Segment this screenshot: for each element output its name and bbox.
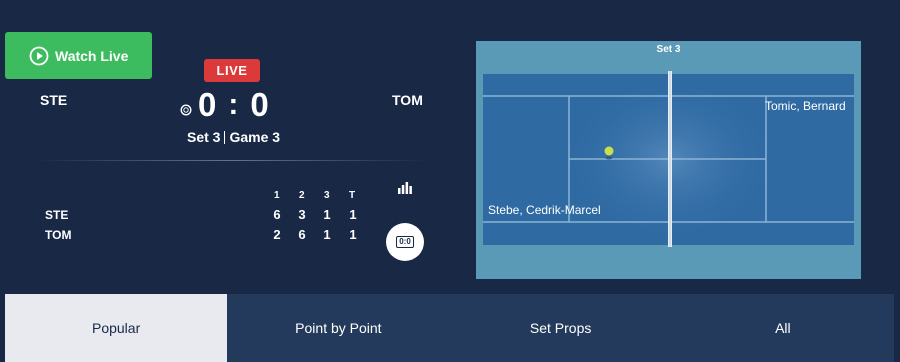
tennis-court xyxy=(483,71,854,247)
tennis-ball-icon xyxy=(180,104,192,116)
column-header: 1 xyxy=(274,190,280,201)
court-set-title: Set 3 xyxy=(656,44,681,55)
scoreboard-cell: 2 xyxy=(273,227,281,242)
main-score: 0 : 0 xyxy=(198,86,271,124)
player-home-label: Stebe, Cedrik-Marcel xyxy=(488,203,601,217)
watch-live-button[interactable]: Watch Live xyxy=(5,32,152,79)
scoreboard-icon: 0:0 xyxy=(396,236,414,248)
scoreboard-cell: 3 xyxy=(298,207,306,222)
column-header: T xyxy=(349,190,356,201)
scoreboard-team: STE xyxy=(45,208,69,222)
scoreboard-cell: 1 xyxy=(323,207,331,222)
ball-marker-icon xyxy=(604,146,614,160)
team-away-name: TOM xyxy=(392,92,423,108)
score-separator: : xyxy=(228,88,241,121)
market-tabs: Popular Point by Point Set Props All xyxy=(5,294,894,362)
court-visualization: Set 3 Tomic, Bernard Stebe, Cedrik-Marce… xyxy=(476,41,861,279)
game-label: Game 3 xyxy=(229,129,281,145)
set-label: Set 3 xyxy=(187,129,221,145)
stats-bars-icon[interactable] xyxy=(398,181,412,194)
player-away-label: Tomic, Bernard xyxy=(765,99,846,113)
watch-live-label: Watch Live xyxy=(55,47,129,64)
column-header: 3 xyxy=(324,190,330,201)
play-icon xyxy=(29,46,49,65)
set-game-indicator: Set 3 Game 3 xyxy=(187,129,280,145)
set-game-divider xyxy=(224,130,226,144)
tab-popular[interactable]: Popular xyxy=(5,294,228,362)
tab-set-props[interactable]: Set Props xyxy=(450,294,672,362)
scoreboard-cell: 1 xyxy=(349,227,357,242)
scoreboard-cell: 1 xyxy=(349,207,357,222)
live-badge: LIVE xyxy=(204,59,260,82)
scoreboard-cell: 6 xyxy=(298,227,306,242)
scoreboard-cell: 6 xyxy=(273,207,281,222)
section-divider xyxy=(32,160,432,161)
scoreboard-team: TOM xyxy=(45,228,72,242)
team-home-name: STE xyxy=(40,92,68,108)
score-away: 0 xyxy=(250,86,271,123)
tab-point-by-point[interactable]: Point by Point xyxy=(227,294,449,362)
score-home: 0 xyxy=(198,86,219,123)
scoreboard-toggle-button[interactable]: 0:0 xyxy=(386,223,424,261)
tab-all[interactable]: All xyxy=(672,294,894,362)
column-header: 2 xyxy=(299,190,305,201)
scoreboard-cell: 1 xyxy=(323,227,331,242)
